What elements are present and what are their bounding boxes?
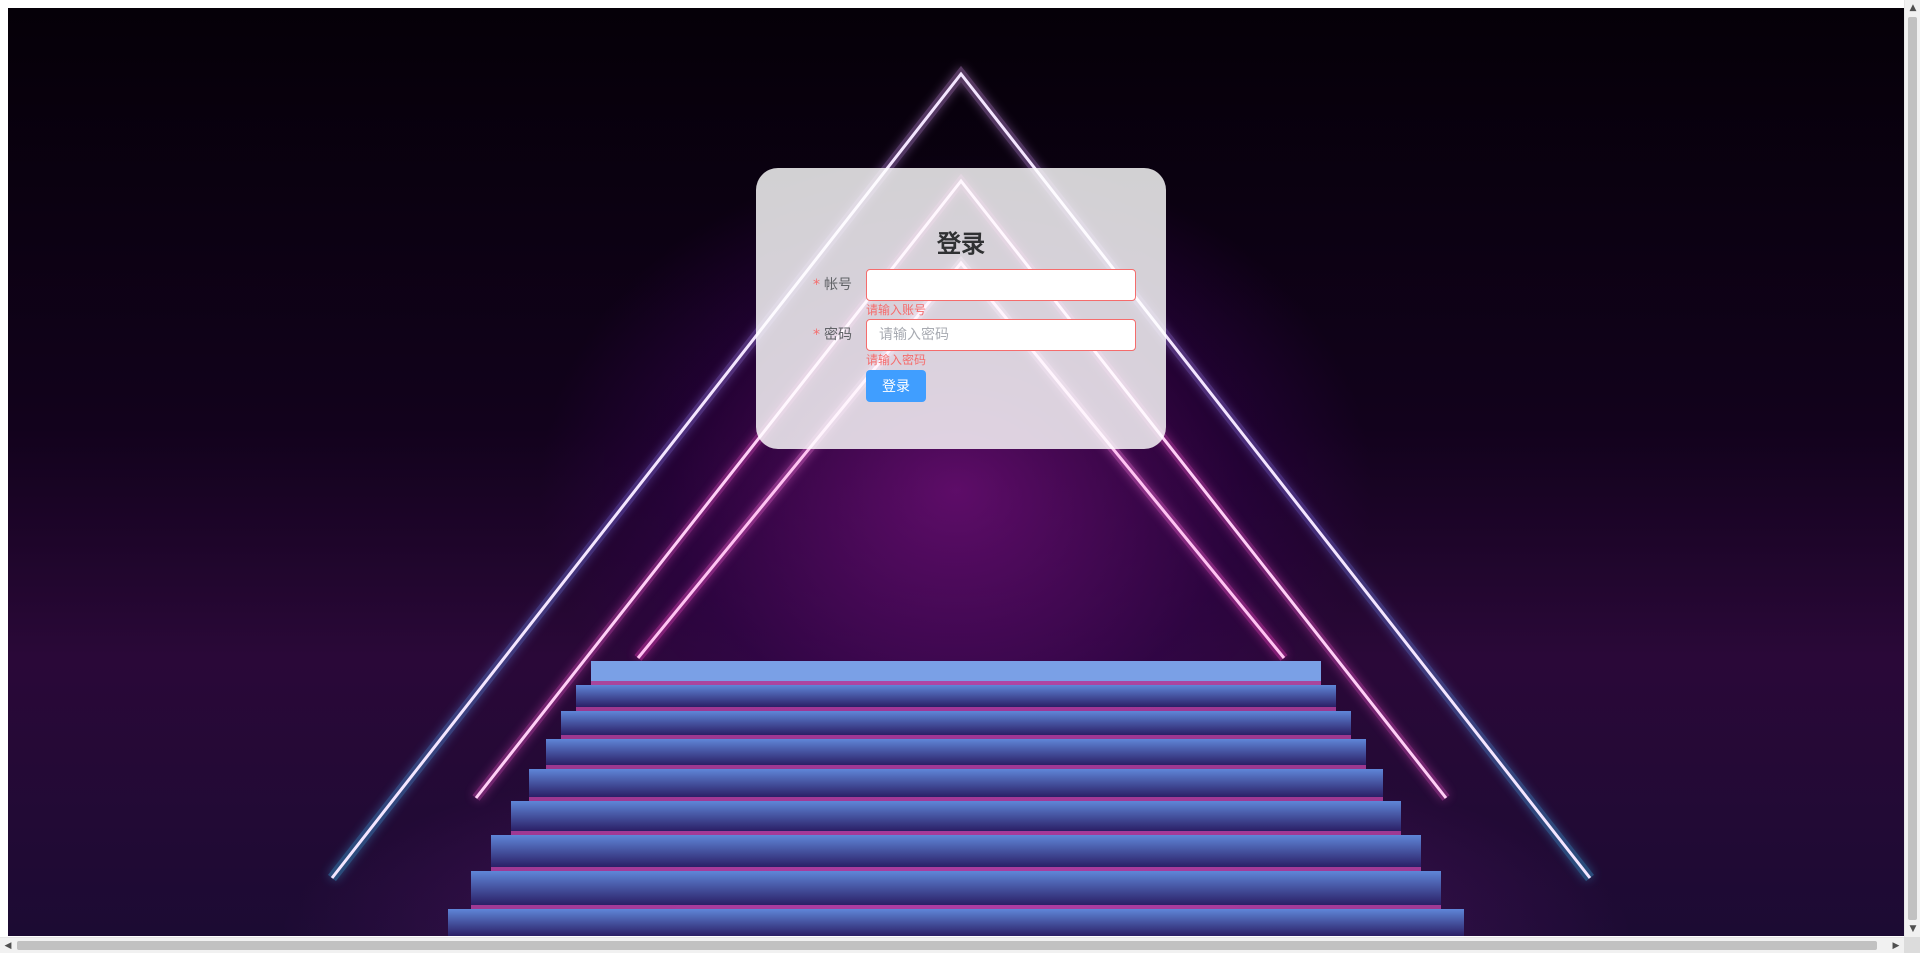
staircase	[448, 661, 1464, 936]
scrollbar-corner	[1904, 937, 1920, 953]
scroll-down-icon[interactable]: ▼	[1905, 921, 1920, 937]
neon-pyramid-background	[8, 8, 1904, 936]
login-title: 登录	[756, 224, 1166, 259]
scroll-left-icon[interactable]: ◀	[0, 938, 16, 954]
scroll-up-icon[interactable]: ▲	[1905, 0, 1920, 16]
required-mark: *	[813, 327, 820, 343]
password-error-message: 请输入密码	[866, 353, 926, 367]
password-form-item: *密码	[756, 319, 1166, 351]
scroll-right-icon[interactable]: ▶	[1888, 938, 1904, 954]
password-label-text: 密码	[824, 327, 852, 343]
password-label: *密码	[800, 319, 852, 351]
login-button[interactable]: 登录	[866, 370, 926, 402]
account-error-message: 请输入账号	[866, 303, 926, 317]
account-label-text: 帐号	[824, 277, 852, 293]
vertical-scrollbar[interactable]: ▲ ▼	[1904, 0, 1920, 937]
account-label: *帐号	[800, 269, 852, 301]
account-form-item: *帐号	[756, 269, 1166, 301]
vertical-scroll-thumb[interactable]	[1908, 17, 1917, 920]
horizontal-scroll-thumb[interactable]	[17, 941, 1877, 950]
horizontal-scrollbar[interactable]: ◀ ▶	[0, 937, 1904, 953]
login-card: 登录 *帐号 请输入账号 *密码 请输入密码 登录	[756, 168, 1166, 449]
account-input[interactable]	[866, 269, 1136, 301]
background-viewport: 登录 *帐号 请输入账号 *密码 请输入密码 登录	[8, 8, 1904, 936]
required-mark: *	[813, 277, 820, 293]
password-input[interactable]	[866, 319, 1136, 351]
